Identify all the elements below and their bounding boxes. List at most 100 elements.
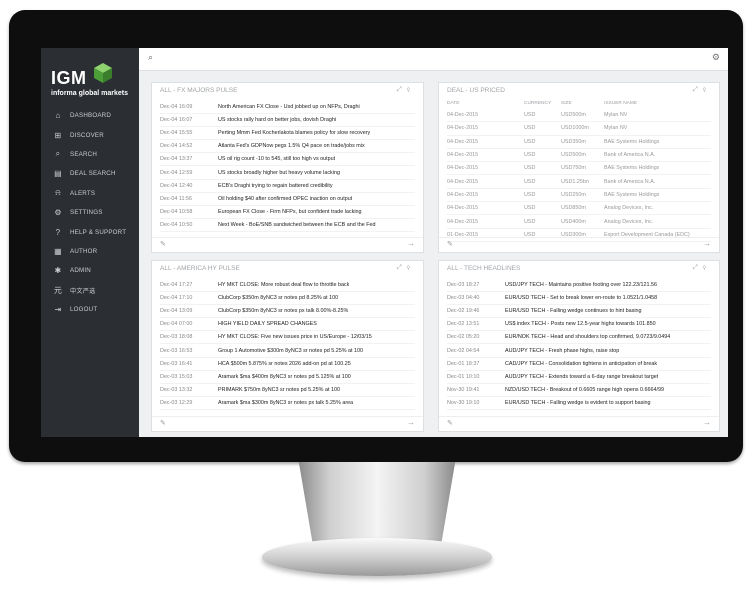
edit-icon[interactable]: ✎ — [160, 419, 166, 427]
headline-row[interactable]: Dec-02 05:20 EUR/NOK TECH - Head and shou… — [447, 331, 711, 345]
sidebar-item-deal-search[interactable]: ▤ DEAL SEARCH — [41, 164, 139, 183]
sidebar-item-search[interactable]: ⌕ SEARCH — [41, 145, 139, 164]
headline-link[interactable]: North American FX Close - Usd jobbed up … — [218, 104, 360, 110]
arrow-right-icon[interactable]: → — [407, 418, 415, 427]
headline-link[interactable]: Aramark $ma $300m 8yNC3 sr notes px talk… — [218, 400, 353, 406]
expand-icon[interactable]: ⤢ — [693, 86, 703, 93]
arrow-right-icon[interactable]: → — [703, 418, 711, 427]
headline-row[interactable]: Dec-04 14:52 Atlanta Fed's GDPNow pegs 1.… — [160, 140, 415, 154]
edit-icon[interactable]: ✎ — [447, 419, 453, 427]
top-search-bar[interactable]: ⌕ ⚙ — [139, 48, 728, 71]
headline-row[interactable]: Dec-04 11:56 Oil holding $40 after confir… — [160, 193, 415, 206]
headline-row[interactable]: Dec-01 18:37 CAD/JPY TECH - Consolidation… — [447, 358, 711, 371]
headline-link[interactable]: Aramark $ma $400m 8yNC3 sr notes pd 5.12… — [218, 374, 351, 380]
headline-row[interactable]: Dec-02 04:54 AUD/JPY TECH - Fresh phase h… — [447, 344, 711, 358]
arrow-right-icon[interactable]: → — [407, 239, 415, 248]
headline-row[interactable]: Dec-04 17:10 ClubCorp $350m 8yNC3 sr note… — [160, 292, 415, 306]
edit-icon[interactable]: ✎ — [447, 240, 453, 248]
sidebar-item-help-support[interactable]: ? HELP & SUPPORT — [41, 222, 139, 241]
deal-row[interactable]: 04-Dec-2015 USD USD850m Analog Devices, Inc… — [447, 202, 711, 216]
deal-issuer[interactable]: Analog Devices, Inc. — [604, 205, 653, 211]
headline-row[interactable]: Dec-02 19:46 EUR/USD TECH - Falling wedge… — [447, 305, 711, 319]
headline-link[interactable]: PRIMARK $750m 8yNC3 sr notes pd 5.25% at… — [218, 387, 340, 393]
headline-row[interactable]: Dec-04 10:50 Next Week - BoE/SNB sandwich… — [160, 219, 415, 232]
deal-row[interactable]: 04-Dec-2015 USD USD500m Bank of America N.A… — [447, 149, 711, 163]
headline-link[interactable]: Next Week - BoE/SNB sandwiched between t… — [218, 222, 376, 228]
headline-row[interactable]: Dec-04 10:58 European FX Close - Firm NFP… — [160, 206, 415, 219]
headline-link[interactable]: NZD/USD TECH - Breakout of 0.6605 range … — [505, 387, 664, 393]
deal-issuer[interactable]: Bank of America N.A. — [604, 179, 655, 185]
headline-row[interactable]: Dec-03 13:32 PRIMARK $750m 8yNC3 sr notes… — [160, 384, 415, 397]
headline-row[interactable]: Nov-30 19:41 NZD/USD TECH - Breakout of 0… — [447, 384, 711, 397]
headline-row[interactable]: Dec-04 15:55 Perting Mmm Fed Kocherlakota… — [160, 127, 415, 141]
deal-row[interactable]: 04-Dec-2015 USD USD350m BAE Systems Holding… — [447, 136, 711, 149]
expand-icon[interactable]: ⤢ — [397, 264, 407, 271]
deal-issuer[interactable]: BAE Systems Holdings — [604, 192, 659, 198]
headline-link[interactable]: US$ index TECH - Posts new 12.5-year hig… — [505, 321, 656, 327]
column-header[interactable]: DATE — [447, 101, 524, 106]
headline-link[interactable]: EUR/NOK TECH - Head and shoulders top co… — [505, 334, 670, 340]
headline-link[interactable]: ClubCorp $350m 8yNC3 sr notes px talk 8.… — [218, 308, 348, 314]
sidebar-item-[interactable]: 元中文严选 — [41, 281, 139, 300]
expand-icon[interactable]: ⤢ — [693, 264, 703, 271]
deal-row[interactable]: 04-Dec-2015 USD USD500m Mylan NV — [447, 109, 711, 123]
sidebar-item-alerts[interactable]: ⍾ ALERTS — [41, 184, 139, 203]
pin-icon[interactable]: ⚲ — [703, 86, 711, 93]
headline-link[interactable]: US stocks rally hard on better jobs, dov… — [218, 117, 336, 123]
sidebar-item-discover[interactable]: ⊞ DISCOVER — [41, 125, 139, 144]
edit-icon[interactable]: ✎ — [160, 240, 166, 248]
sidebar-item-settings[interactable]: ⚙ SETTINGS — [41, 203, 139, 222]
headline-link[interactable]: ClubCorp $350m 8yNC3 sr notes pd 8.25% a… — [218, 295, 338, 301]
headline-row[interactable]: Dec-03 12:29 Aramark $ma $300m 8yNC3 sr n… — [160, 397, 415, 410]
settings-gear-icon[interactable]: ⚙ — [712, 52, 720, 63]
deal-issuer[interactable]: BAE Systems Holdings — [604, 165, 659, 171]
headline-row[interactable]: Dec-03 18:08 HY MKT CLOSE: Five new issue… — [160, 331, 415, 345]
headline-link[interactable]: HY MKT CLOSE: Five new issues price in U… — [218, 334, 372, 340]
headline-row[interactable]: Dec-04 12:59 US stocks broadly higher but… — [160, 166, 415, 180]
headline-row[interactable]: Dec-01 10:10 AUD/JPY TECH - Extends towar… — [447, 371, 711, 384]
column-header[interactable]: SIZE — [561, 101, 604, 106]
headline-row[interactable]: Dec-04 07:00 HIGH YIELD DAILY SPREAD CHAN… — [160, 318, 415, 332]
deal-issuer[interactable]: Mylan NV — [604, 112, 627, 118]
headline-row[interactable]: Dec-02 13:51 US$ index TECH - Posts new 1… — [447, 318, 711, 332]
headline-link[interactable]: HIGH YIELD DAILY SPREAD CHANGES — [218, 321, 317, 327]
headline-row[interactable]: Dec-03 18:27 USD/JPY TECH - Maintains pos… — [447, 279, 711, 293]
headline-link[interactable]: ECB's Draghi trying to regain battered c… — [218, 183, 333, 189]
headline-link[interactable]: EUR/USD TECH - Set to break lower en-rou… — [505, 295, 657, 301]
headline-link[interactable]: Oil holding $40 after confirmed OPEC ina… — [218, 196, 352, 202]
headline-row[interactable]: Dec-03 16:41 HCA $500m 5.875% sr notes 20… — [160, 358, 415, 371]
headline-link[interactable]: USD/JPY TECH - Maintains positive footin… — [505, 282, 657, 288]
headline-link[interactable]: European FX Close - Firm NFPs, but confi… — [218, 209, 362, 215]
sidebar-item-dashboard[interactable]: ⌂ DASHBOARD — [41, 106, 139, 125]
column-header[interactable]: ISSUER NAME — [604, 101, 637, 106]
headline-link[interactable]: EUR/USD TECH - Falling wedge continues t… — [505, 308, 642, 314]
pin-icon[interactable]: ⚲ — [407, 86, 415, 93]
headline-row[interactable]: Dec-04 13:09 ClubCorp $350m 8yNC3 sr note… — [160, 305, 415, 319]
deal-issuer[interactable]: Bank of America N.A. — [604, 152, 655, 158]
search-icon[interactable]: ⌕ — [148, 52, 153, 63]
headline-link[interactable]: AUD/JPY TECH - Extends toward a 6-day ra… — [505, 374, 658, 380]
column-header[interactable]: CURRENCY — [524, 101, 561, 106]
deal-row[interactable]: 04-Dec-2015 USD USD400m Analog Devices, Inc… — [447, 215, 711, 229]
headline-row[interactable]: Dec-04 16:09 North American FX Close - Us… — [160, 101, 415, 115]
deal-issuer[interactable]: BAE Systems Holdings — [604, 139, 659, 145]
headline-row[interactable]: Dec-04 13:37 US oil rig count -10 to 545,… — [160, 153, 415, 167]
headline-link[interactable]: Perting Mmm Fed Kocherlakota blames poli… — [218, 130, 370, 136]
expand-icon[interactable]: ⤢ — [397, 86, 407, 93]
deal-row[interactable]: 04-Dec-2015 USD USD250m BAE Systems Holding… — [447, 189, 711, 203]
headline-row[interactable]: Dec-03 16:53 Group 1 Automotive $300m 8yN… — [160, 344, 415, 358]
sidebar-item-author[interactable]: ▦ AUTHOR — [41, 242, 139, 261]
deal-row[interactable]: 04-Dec-2015 USD USD750m BAE Systems Holding… — [447, 162, 711, 176]
sidebar-item-logout[interactable]: ⇥ LOGOUT — [41, 300, 139, 319]
headline-link[interactable]: CAD/JPY TECH - Consolidation tightens in… — [505, 361, 657, 367]
headline-row[interactable]: Nov-30 19:10 EUR/USD TECH - Falling wedge… — [447, 397, 711, 410]
arrow-right-icon[interactable]: → — [703, 239, 711, 248]
deal-issuer[interactable]: Mylan NV — [604, 125, 627, 131]
headline-row[interactable]: Dec-03 04:40 EUR/USD TECH - Set to break … — [447, 292, 711, 306]
headline-link[interactable]: EUR/USD TECH - Falling wedge is evident … — [505, 400, 651, 406]
deal-issuer[interactable]: Analog Devices, Inc. — [604, 219, 653, 225]
headline-row[interactable]: Dec-04 12:40 ECB's Draghi trying to regai… — [160, 180, 415, 193]
pin-icon[interactable]: ⚲ — [407, 264, 415, 271]
headline-row[interactable]: Dec-04 16:07 US stocks rally hard on bett… — [160, 114, 415, 128]
sidebar-item-admin[interactable]: ✱ ADMIN — [41, 261, 139, 280]
